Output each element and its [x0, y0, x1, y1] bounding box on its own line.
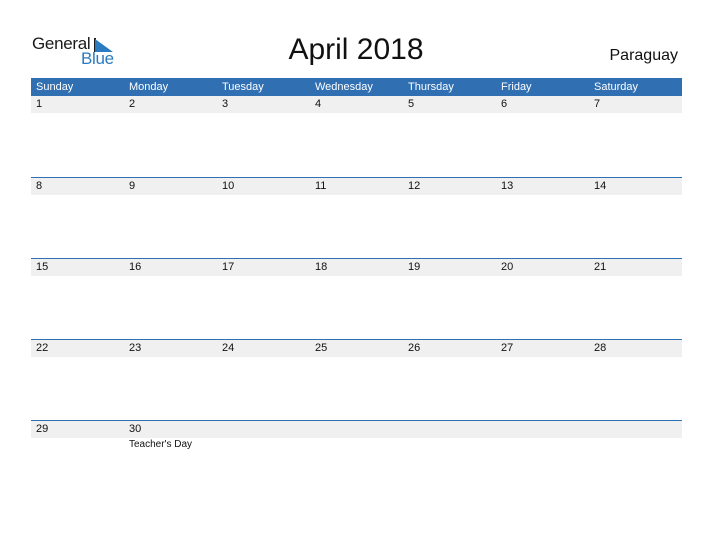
date-cell: 3 — [222, 98, 229, 110]
weekday-header: Sunday Monday Tuesday Wednesday Thursday… — [31, 78, 682, 96]
date-cell: 14 — [594, 180, 607, 192]
date-cell — [496, 421, 589, 438]
date-cell: 26 — [408, 342, 421, 354]
date-cell: 2 — [129, 98, 136, 110]
date-cell — [217, 421, 310, 438]
date-cell: 19 — [408, 261, 421, 273]
date-cell: 7 — [594, 98, 601, 110]
date-cell: 30 — [129, 423, 142, 435]
week-row: 8 9 10 11 12 13 14 — [31, 177, 682, 259]
weekday-saturday: Saturday — [594, 81, 639, 93]
date-cell: 10 — [222, 180, 235, 192]
week-row: 1 2 3 4 5 6 7 — [31, 96, 682, 177]
date-cell: 16 — [129, 261, 142, 273]
date-cell: 29 — [36, 423, 49, 435]
weekday-friday: Friday — [501, 81, 532, 93]
date-cell: 15 — [36, 261, 49, 273]
weekday-thursday: Thursday — [408, 81, 454, 93]
date-cell: 4 — [315, 98, 322, 110]
date-cell: 6 — [501, 98, 508, 110]
date-band: 22 23 24 25 26 27 28 — [31, 340, 682, 357]
page-title: April 2018 — [288, 33, 424, 66]
weekday-wednesday: Wednesday — [315, 81, 373, 93]
date-cell — [310, 421, 403, 438]
week-row: 15 16 17 18 19 20 21 — [31, 258, 682, 340]
date-cell: 27 — [501, 342, 514, 354]
date-band: 29 30 — [31, 421, 682, 438]
date-cell: 23 — [129, 342, 142, 354]
weekday-tuesday: Tuesday — [222, 81, 264, 93]
date-cell: 21 — [594, 261, 607, 273]
date-cell: 20 — [501, 261, 514, 273]
date-cell: 24 — [222, 342, 235, 354]
date-cell: 13 — [501, 180, 514, 192]
date-cell: 22 — [36, 342, 49, 354]
date-cell: 18 — [315, 261, 328, 273]
date-band: 1 2 3 4 5 6 7 — [31, 96, 682, 113]
date-cell: 1 — [36, 98, 43, 110]
date-band: 8 9 10 11 12 13 14 — [31, 178, 682, 195]
weekday-sunday: Sunday — [36, 81, 74, 93]
date-cell: 9 — [129, 180, 136, 192]
holiday-event: Teacher's Day — [129, 439, 193, 450]
date-cell — [403, 421, 496, 438]
date-band: 15 16 17 18 19 20 21 — [31, 259, 682, 276]
date-cell: 17 — [222, 261, 235, 273]
date-cell: 25 — [315, 342, 328, 354]
week-row: 22 23 24 25 26 27 28 — [31, 339, 682, 421]
date-cell: 12 — [408, 180, 421, 192]
date-cell: 8 — [36, 180, 43, 192]
country-label: Paraguay — [609, 47, 679, 64]
weekday-monday: Monday — [129, 81, 169, 93]
week-row: 29 30 Teacher's Day — [31, 420, 682, 502]
date-cell: 5 — [408, 98, 415, 110]
date-cell: 11 — [315, 180, 327, 192]
date-cell — [589, 421, 682, 438]
date-cell: 28 — [594, 342, 607, 354]
